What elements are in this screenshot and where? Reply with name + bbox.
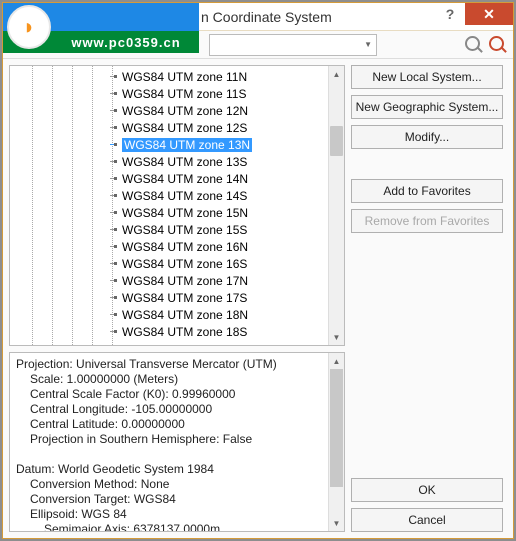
search-clear-icon[interactable] xyxy=(489,36,507,54)
tree-item[interactable]: WGS84 UTM zone 16N xyxy=(10,238,328,255)
tree-item-label: WGS84 UTM zone 17S xyxy=(122,291,247,305)
chevron-down-icon: ▼ xyxy=(364,40,372,49)
info-scrollbar[interactable]: ▲ ▼ xyxy=(328,353,344,531)
info-projection: Projection: Universal Transverse Mercato… xyxy=(16,357,338,372)
tree-item[interactable]: WGS84 UTM zone 16S xyxy=(10,255,328,272)
titlebar: ◗ www.pc0359.cn n Coordinate System ? ✕ xyxy=(3,3,513,31)
tree-item-label: WGS84 UTM zone 13S xyxy=(122,155,247,169)
tree-item-label: WGS84 UTM zone 13N xyxy=(122,138,252,152)
tree-node-icon xyxy=(110,314,114,315)
modify-button[interactable]: Modify... xyxy=(351,125,503,149)
scroll-up-icon[interactable]: ▲ xyxy=(329,66,344,82)
tree-node-icon xyxy=(110,144,114,145)
tree-item[interactable]: WGS84 UTM zone 15S xyxy=(10,221,328,238)
tree-item[interactable]: WGS84 UTM zone 18N xyxy=(10,306,328,323)
tree-item-label: WGS84 UTM zone 11N xyxy=(122,70,247,84)
tree-item-label: WGS84 UTM zone 14S xyxy=(122,189,247,203)
tree-item-label: WGS84 UTM zone 16S xyxy=(122,257,247,271)
info-semimaj: Semimajor Axis: 6378137.0000m xyxy=(16,522,338,532)
tree-node-icon xyxy=(110,280,114,281)
tree-item[interactable]: WGS84 UTM zone 14N xyxy=(10,170,328,187)
add-favorites-button[interactable]: Add to Favorites xyxy=(351,179,503,203)
tree-item[interactable]: WGS84 UTM zone 14S xyxy=(10,187,328,204)
close-button[interactable]: ✕ xyxy=(465,3,513,25)
info-ellip: Ellipsoid: WGS 84 xyxy=(16,507,338,522)
scroll-thumb[interactable] xyxy=(330,126,343,156)
scroll-thumb[interactable] xyxy=(330,369,343,487)
tree-item-label: WGS84 UTM zone 11S xyxy=(122,87,247,101)
tree-item-label: WGS84 UTM zone 16N xyxy=(122,240,248,254)
tree-node-icon xyxy=(110,93,114,94)
search-icon[interactable] xyxy=(465,36,483,54)
tree-item[interactable]: WGS84 UTM zone 12N xyxy=(10,102,328,119)
tree-node-icon xyxy=(110,110,114,111)
tree-node-icon xyxy=(110,229,114,230)
tree-scrollbar[interactable]: ▲ ▼ xyxy=(328,66,344,345)
new-local-system-button[interactable]: New Local System... xyxy=(351,65,503,89)
tree-node-icon xyxy=(110,76,114,77)
info-convt: Conversion Target: WGS84 xyxy=(16,492,338,507)
logo-overlay: ◗ www.pc0359.cn xyxy=(3,3,199,53)
tree-node-icon xyxy=(110,178,114,179)
tree-node-icon xyxy=(110,212,114,213)
tree-item[interactable]: WGS84 UTM zone 13S xyxy=(10,153,328,170)
window-title: n Coordinate System xyxy=(201,9,332,25)
tree-node-icon xyxy=(110,195,114,196)
tree-item-label: WGS84 UTM zone 18S xyxy=(122,325,247,339)
tree-node-icon xyxy=(110,246,114,247)
help-button[interactable]: ? xyxy=(435,3,465,25)
logo-icon: ◗ xyxy=(7,5,51,49)
dialog-window: ◗ www.pc0359.cn n Coordinate System ? ✕ … xyxy=(2,2,514,539)
info-scale: Scale: 1.00000000 (Meters) xyxy=(16,372,338,387)
scroll-down-icon[interactable]: ▼ xyxy=(329,329,344,345)
content-area: WGS84 UTM zone 11N WGS84 UTM zone 11S WGS8… xyxy=(3,59,513,538)
tree-node-icon xyxy=(110,297,114,298)
info-clon: Central Longitude: -105.00000000 xyxy=(16,402,338,417)
remove-favorites-button[interactable]: Remove from Favorites xyxy=(351,209,503,233)
info-csf: Central Scale Factor (K0): 0.99960000 xyxy=(16,387,338,402)
tree-node-icon xyxy=(110,127,114,128)
ok-button[interactable]: OK xyxy=(351,478,503,502)
new-geographic-system-button[interactable]: New Geographic System... xyxy=(351,95,503,119)
tree-item-label: WGS84 UTM zone 15N xyxy=(122,206,248,220)
tree-item[interactable]: WGS84 UTM zone 11N xyxy=(10,68,328,85)
tree-item[interactable]: WGS84 UTM zone 11S xyxy=(10,85,328,102)
tree-item-label: WGS84 UTM zone 12S xyxy=(122,121,247,135)
tree-item-label: WGS84 UTM zone 17N xyxy=(122,274,248,288)
tree-item[interactable]: WGS84 UTM zone 13N xyxy=(10,136,328,153)
info-datum: Datum: World Geodetic System 1984 xyxy=(16,462,338,477)
tree-node-icon xyxy=(110,263,114,264)
filter-dropdown[interactable]: ▼ xyxy=(209,34,377,56)
tree-item-label: WGS84 UTM zone 15S xyxy=(122,223,247,237)
info-south: Projection in Southern Hemisphere: False xyxy=(16,432,338,447)
tree-node-icon xyxy=(110,331,114,332)
tree-node-icon xyxy=(110,161,114,162)
cancel-button[interactable]: Cancel xyxy=(351,508,503,532)
scroll-up-icon[interactable]: ▲ xyxy=(329,353,344,369)
tree-item-label: WGS84 UTM zone 12N xyxy=(122,104,248,118)
info-clat: Central Latitude: 0.00000000 xyxy=(16,417,338,432)
tree-item[interactable]: WGS84 UTM zone 12S xyxy=(10,119,328,136)
tree-item[interactable]: WGS84 UTM zone 15N xyxy=(10,204,328,221)
tree-item-label: WGS84 UTM zone 18N xyxy=(122,308,248,322)
tree-item[interactable]: WGS84 UTM zone 17S xyxy=(10,289,328,306)
tree-item[interactable]: WGS84 UTM zone 18S xyxy=(10,323,328,340)
tree-item[interactable]: WGS84 UTM zone 17N xyxy=(10,272,328,289)
projection-info: Projection: Universal Transverse Mercato… xyxy=(9,352,345,532)
tree-item-label: WGS84 UTM zone 14N xyxy=(122,172,248,186)
scroll-down-icon[interactable]: ▼ xyxy=(329,515,344,531)
info-convm: Conversion Method: None xyxy=(16,477,338,492)
coordinate-tree[interactable]: WGS84 UTM zone 11N WGS84 UTM zone 11S WGS8… xyxy=(9,65,345,346)
